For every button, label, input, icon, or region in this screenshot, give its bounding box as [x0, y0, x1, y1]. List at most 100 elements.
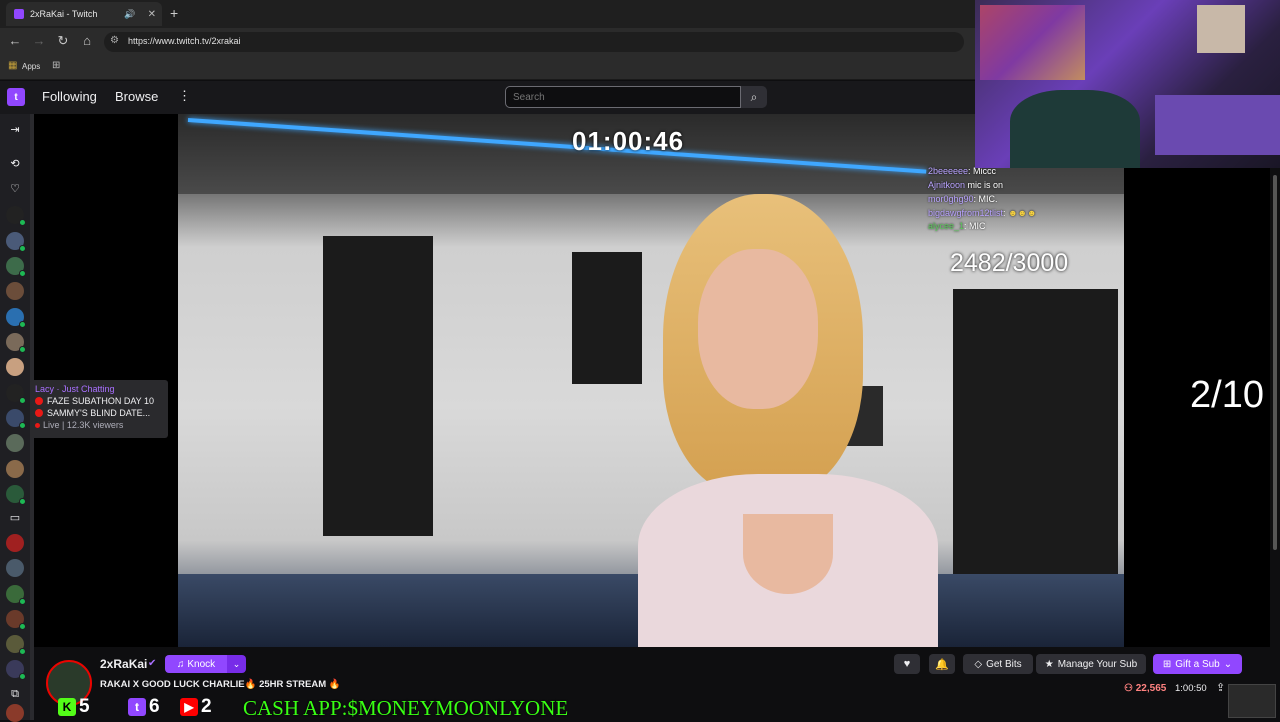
heart-icon[interactable]: ♡ — [7, 182, 23, 195]
search-button[interactable]: ⌕ — [741, 86, 767, 108]
tab-title: 2xRaKai - Twitch — [30, 9, 98, 19]
knock-label: Knock — [187, 658, 216, 670]
manage-sub-button[interactable]: ★ Manage Your Sub — [1036, 654, 1146, 674]
url-text[interactable]: https://www.twitch.tv/2xrakai — [128, 36, 241, 46]
kick-counter: K5 — [58, 696, 90, 717]
knock-icon: ♫ — [176, 658, 185, 670]
mini-thumbnail[interactable] — [1228, 684, 1276, 718]
close-icon[interactable]: ✕ — [148, 9, 156, 20]
viewer-count: ⚇ 22,565 — [1124, 683, 1166, 694]
bits-icon: ◇ — [974, 658, 983, 670]
back-arrow-icon[interactable]: ← — [6, 33, 24, 48]
home-icon[interactable]: ⌂ — [78, 33, 96, 48]
sub-goal-counter: 2482/3000 — [950, 249, 1069, 277]
red-dot-icon — [35, 397, 43, 405]
chat-username: bigdawgfrom12tlist — [928, 208, 1004, 218]
channel-avatar[interactable] — [6, 635, 26, 655]
heart-icon: ♥ — [903, 658, 911, 670]
twitch-logo-icon: t — [128, 698, 146, 716]
forward-arrow-icon[interactable]: → — [30, 33, 48, 48]
search-icon: ⌕ — [750, 89, 758, 104]
expand-sidebar-icon[interactable]: ⇥ — [7, 123, 23, 136]
chat-message: bigdawgfrom12tlist: ☻☻☻ — [928, 208, 1037, 218]
bookmarks-bar — [0, 56, 975, 80]
video-camera-icon[interactable]: ▭ — [7, 511, 23, 524]
channel-avatar[interactable] — [6, 559, 24, 577]
channel-avatar[interactable] — [6, 585, 26, 605]
copy-icon[interactable]: ⧉ — [7, 688, 23, 701]
share-icon[interactable]: ⇪ — [1216, 681, 1225, 694]
channel-avatar[interactable] — [6, 232, 26, 252]
kick-count: 5 — [79, 696, 90, 717]
apps-grid-icon[interactable]: ▦ — [8, 60, 17, 71]
speaker-icon[interactable]: 🔊 — [124, 9, 135, 20]
channel-avatar[interactable] — [6, 460, 24, 478]
twitch-logo-icon[interactable]: t — [7, 88, 25, 106]
channel-avatar[interactable] — [6, 660, 26, 680]
reload-icon[interactable]: ↻ — [54, 33, 72, 49]
webcam-overlay — [975, 0, 1280, 168]
channel-avatar[interactable] — [6, 308, 26, 328]
channel-avatar[interactable] — [6, 434, 24, 452]
channel-name[interactable]: 2xRaKai — [100, 657, 147, 671]
channel-avatar[interactable] — [6, 358, 24, 376]
chat-message: Ajnitkoon mic is on — [928, 180, 1003, 190]
emote-icon: ☻☻☻ — [1008, 208, 1037, 218]
channel-avatar[interactable] — [6, 384, 26, 404]
chat-message: mor0ghg90: MIC. — [928, 194, 998, 204]
follow-heart-button[interactable]: ♥ — [894, 654, 920, 674]
browser-tab[interactable]: 2xRaKai - Twitch 🔊 ✕ — [6, 2, 162, 26]
channel-avatar[interactable] — [6, 485, 26, 505]
nav-browse[interactable]: Browse — [115, 89, 158, 104]
more-vertical-icon[interactable]: ⋮ — [178, 88, 191, 104]
stream-uptime: 1:00:50 — [1175, 683, 1207, 694]
apps-bookmark[interactable]: Apps — [22, 62, 40, 71]
gift-sub-button[interactable]: ⊞ Gift a Sub ⌄ — [1153, 654, 1242, 674]
channel-avatar[interactable] — [6, 206, 26, 226]
chat-username: 2beeeeee — [928, 166, 969, 176]
star-icon: ★ — [1044, 658, 1054, 670]
twitch-count: 6 — [149, 696, 160, 717]
channel-avatar[interactable] — [6, 409, 26, 429]
get-bits-button[interactable]: ◇ Get Bits — [963, 654, 1033, 674]
channel-avatar[interactable] — [6, 610, 26, 630]
chat-text: : MIC. — [973, 194, 998, 204]
twitch-counter: t6 — [128, 696, 160, 717]
channel-avatar[interactable] — [6, 282, 24, 300]
knock-dropdown-button[interactable]: ⌄ — [227, 655, 246, 673]
get-bits-label: Get Bits — [986, 658, 1022, 670]
kick-logo-icon: K — [58, 698, 76, 716]
person-icon: ⚇ — [1124, 683, 1133, 694]
scrollbar-thumb[interactable] — [1273, 175, 1277, 550]
stream-title: RAKAI X GOOD LUCK CHARLIE🔥 25HR STREAM 🔥 — [100, 679, 341, 690]
live-dot-icon — [35, 423, 40, 428]
channel-avatar[interactable] — [6, 333, 26, 353]
chat-username: mor0ghg90 — [928, 194, 974, 204]
notifications-button[interactable]: 🔔 — [929, 654, 955, 674]
channel-avatar[interactable] — [6, 704, 24, 722]
search-input[interactable] — [505, 86, 741, 108]
viewer-count-value: 22,565 — [1135, 683, 1167, 694]
chat-message: alycee_1: MIC — [928, 221, 986, 231]
cashapp-overlay: CASH APP:$MONEYMOONLYONE — [243, 696, 569, 720]
tab-groups-icon[interactable]: ⊞ — [52, 60, 60, 71]
youtube-count: 2 — [201, 696, 212, 717]
knock-button[interactable]: ♫ Knock — [165, 655, 227, 673]
new-tab-plus-icon[interactable]: + — [170, 5, 178, 21]
chat-text: mic is on — [967, 180, 1004, 190]
nav-following[interactable]: Following — [42, 89, 97, 104]
youtube-logo-icon: ▶ — [180, 698, 198, 716]
manage-sub-label: Manage Your Sub — [1057, 658, 1138, 670]
gift-icon: ⊞ — [1162, 658, 1172, 670]
subathon-timer: 01:00:46 — [572, 126, 685, 156]
tooltip-channel: Lacy · Just Chatting — [35, 384, 115, 394]
twitch-favicon-icon — [14, 9, 24, 19]
chevron-down-icon: ⌄ — [1223, 658, 1233, 670]
channel-avatar[interactable] — [6, 257, 26, 277]
recommended-icon[interactable]: ⟲ — [7, 157, 23, 170]
chat-username: Ajnitkoon — [928, 180, 966, 190]
site-settings-icon[interactable]: ⚙ — [110, 35, 119, 46]
channel-avatar[interactable] — [6, 534, 24, 552]
chevron-down-icon: ⌄ — [232, 658, 241, 669]
tooltip-title-line2: SAMMY'S BLIND DATE... — [47, 408, 151, 418]
